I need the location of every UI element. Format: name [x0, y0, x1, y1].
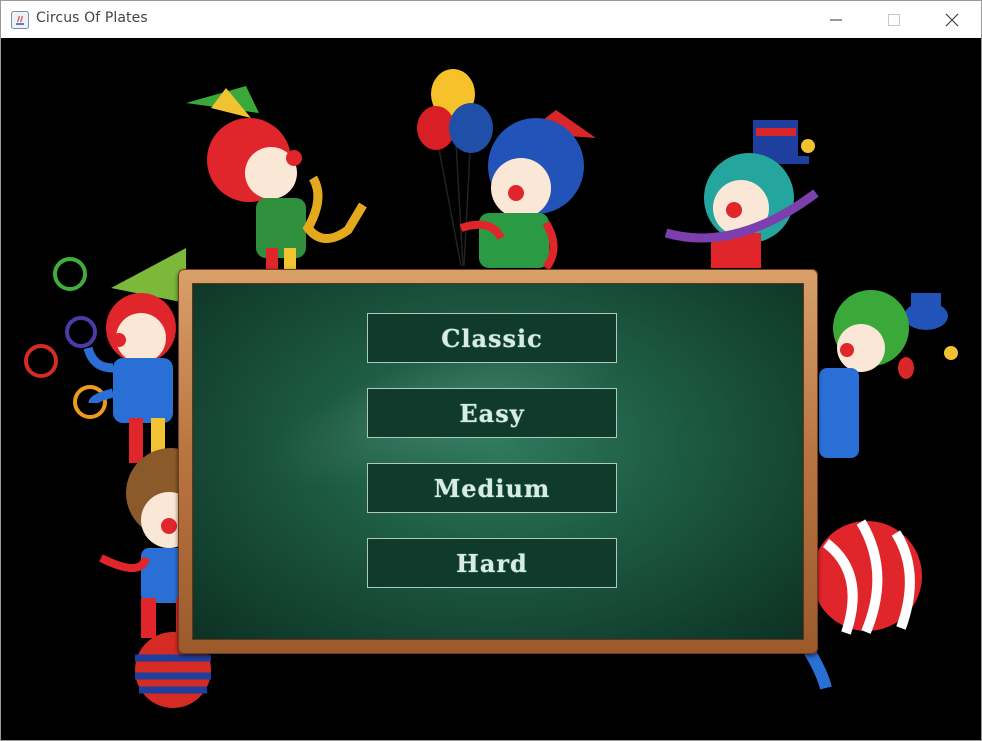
clown-juggler — [83, 248, 186, 463]
close-icon — [945, 13, 959, 27]
title-bar[interactable]: Circus Of Plates — [1, 1, 981, 38]
close-button[interactable] — [923, 1, 981, 38]
hard-mode-button[interactable]: Hard — [367, 538, 617, 588]
maximize-icon — [888, 14, 900, 26]
app-window: Circus Of Plates Classic Easy Medium Har… — [0, 0, 982, 741]
clown-top-hat — [664, 120, 819, 268]
java-app-icon — [11, 11, 29, 29]
clown-saxophone — [186, 86, 367, 270]
juggling-ring-icon — [53, 257, 87, 291]
easy-mode-button[interactable]: Easy — [367, 388, 617, 438]
juggling-ring-icon — [65, 316, 97, 348]
juggling-ring-icon — [24, 344, 58, 378]
minimize-button[interactable] — [807, 1, 865, 38]
game-menu-scene: Classic Easy Medium Hard — [1, 38, 981, 740]
classic-mode-button[interactable]: Classic — [367, 313, 617, 363]
window-title: Circus Of Plates — [36, 10, 148, 26]
clown-peeking — [819, 290, 958, 458]
minimize-icon — [830, 19, 842, 21]
medium-mode-button[interactable]: Medium — [367, 463, 617, 513]
maximize-button[interactable] — [865, 1, 923, 38]
